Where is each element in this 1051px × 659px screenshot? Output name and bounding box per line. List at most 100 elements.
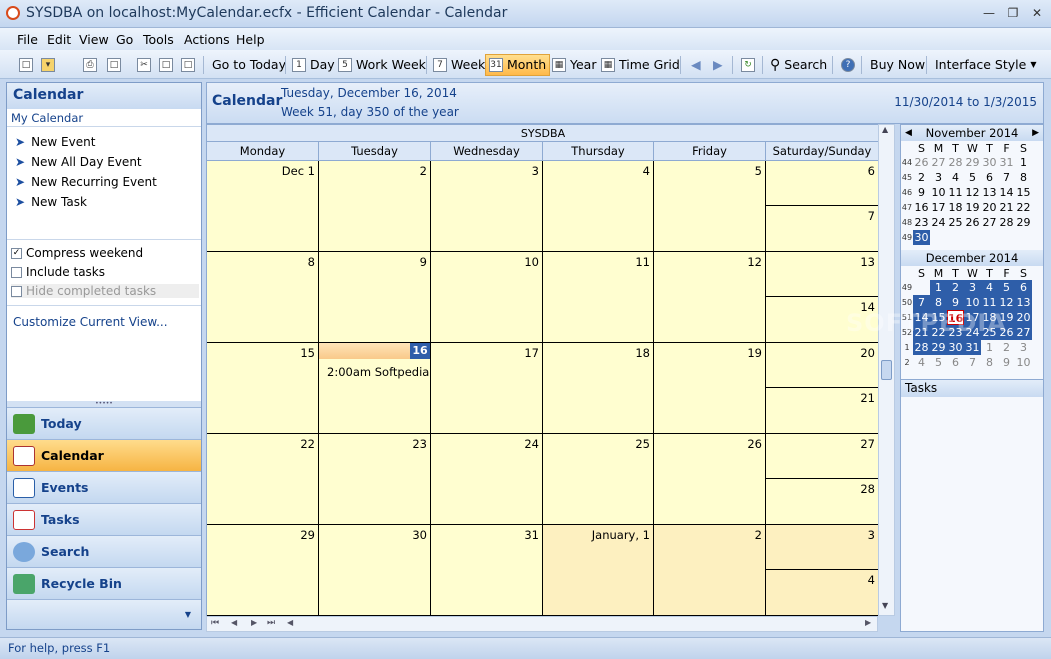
day-cell[interactable]: Dec 1 xyxy=(207,161,319,252)
mini-cal-day[interactable]: 26 xyxy=(964,215,981,230)
restore-icon[interactable]: ❐ xyxy=(1002,4,1024,22)
day-cell[interactable]: 16 2:00am Softpedia (I xyxy=(319,343,441,434)
mini-cal-day[interactable]: 4 xyxy=(913,355,930,370)
mini-cal-day[interactable]: 10 xyxy=(1015,355,1032,370)
mini-cal-day[interactable]: 9 xyxy=(947,295,964,310)
mini-cal-day[interactable]: 5 xyxy=(964,170,981,185)
customize-view-link[interactable]: Customize Current View... xyxy=(13,315,168,329)
day-cell[interactable]: 3 xyxy=(766,525,879,570)
nav-search[interactable]: Search xyxy=(7,535,201,567)
day-cell[interactable]: 17 xyxy=(431,343,543,434)
new-event-action[interactable]: ➤ New Event xyxy=(15,135,95,149)
day-cell[interactable]: 26 xyxy=(654,434,766,525)
day-cell[interactable]: 25 xyxy=(543,434,654,525)
mini-cal-day[interactable]: 19 xyxy=(964,200,981,215)
mini-cal-day[interactable]: 5 xyxy=(998,280,1015,295)
mini-cal-day[interactable]: 7 xyxy=(964,355,981,370)
scroll-up-icon[interactable]: ▲ xyxy=(882,125,888,134)
mini-cal-day[interactable]: 15 xyxy=(1015,185,1032,200)
day-cell[interactable]: January, 1 xyxy=(543,525,654,616)
mini-cal-day[interactable]: 30 xyxy=(913,230,930,245)
day-cell[interactable]: 7 xyxy=(766,206,879,252)
day-cell[interactable]: 18 xyxy=(543,343,654,434)
mini-cal-day[interactable]: 28 xyxy=(998,215,1015,230)
mini-cal-day[interactable]: 13 xyxy=(1015,295,1032,310)
day-cell[interactable]: 15 xyxy=(207,343,319,434)
nav-configure-button[interactable]: ▼ xyxy=(7,599,201,629)
mini-cal-day[interactable]: 9 xyxy=(913,185,930,200)
mini-cal-day[interactable]: 28 xyxy=(913,340,930,355)
day-cell[interactable]: 6 xyxy=(766,161,879,206)
mini-cal-day[interactable] xyxy=(947,230,964,245)
mini-cal-day[interactable]: 7 xyxy=(998,170,1015,185)
mini-cal-day[interactable]: 20 xyxy=(1015,310,1032,325)
compress-weekend-checkbox[interactable]: ✓ Compress weekend xyxy=(11,246,143,260)
day-cell[interactable]: 4 xyxy=(543,161,654,252)
day-cell[interactable]: 21 xyxy=(766,388,879,434)
mini-cal-day[interactable]: 30 xyxy=(981,155,998,170)
mini-cal-day[interactable] xyxy=(913,280,930,295)
mini-cal-day[interactable]: 26 xyxy=(913,155,930,170)
mini-cal-day[interactable]: 2 xyxy=(947,280,964,295)
go-today-button[interactable]: Go to Today xyxy=(209,54,289,76)
mini-cal-day[interactable]: 2 xyxy=(998,340,1015,355)
mini-cal-day[interactable]: 12 xyxy=(998,295,1015,310)
mini-cal-day[interactable]: 27 xyxy=(981,215,998,230)
scroll-right-icon[interactable]: ▶ xyxy=(865,618,871,627)
mini-cal-day[interactable]: 21 xyxy=(998,200,1015,215)
mini-cal-day[interactable]: 1 xyxy=(981,340,998,355)
month-view-button[interactable]: 31 Month xyxy=(485,54,551,76)
search-button[interactable]: ⚲ Search xyxy=(767,54,830,76)
mini-cal-day[interactable]: 11 xyxy=(947,185,964,200)
refresh-icon[interactable]: ↻ xyxy=(738,54,758,76)
week-view-button[interactable]: 7 Week xyxy=(430,54,488,76)
day-cell[interactable]: 5 xyxy=(654,161,766,252)
mini-cal-day[interactable] xyxy=(981,230,998,245)
day-cell[interactable]: 9 xyxy=(319,252,431,343)
mini-cal-day[interactable]: 24 xyxy=(930,215,947,230)
day-cell[interactable]: 2 xyxy=(654,525,766,616)
mini-cal-day[interactable]: 1 xyxy=(930,280,947,295)
day-cell[interactable]: 28 xyxy=(766,479,879,525)
mini-cal-day[interactable] xyxy=(964,230,981,245)
next-arrow-icon[interactable]: ▶ xyxy=(710,54,726,76)
mini-cal-day[interactable]: 8 xyxy=(930,295,947,310)
minimize-icon[interactable]: — xyxy=(978,4,1000,22)
day-view-button[interactable]: 1 Day xyxy=(289,54,338,76)
mini-cal-day[interactable] xyxy=(930,230,947,245)
nav-events[interactable]: Events xyxy=(7,471,201,503)
mini-cal-day[interactable]: 10 xyxy=(964,295,981,310)
mini-cal-day[interactable]: 29 xyxy=(930,340,947,355)
menu-tools[interactable]: Tools xyxy=(143,32,174,47)
mini-cal-day[interactable]: 1 xyxy=(1015,155,1032,170)
menu-file[interactable]: File xyxy=(17,32,38,47)
mini-cal-day[interactable]: 13 xyxy=(981,185,998,200)
mini-cal-day[interactable]: 14 xyxy=(998,185,1015,200)
nav-today[interactable]: Today xyxy=(7,407,201,439)
day-cell[interactable]: 20 xyxy=(766,343,879,388)
mini-cal-day[interactable]: 9 xyxy=(998,355,1015,370)
mini-cal-day[interactable]: 20 xyxy=(981,200,998,215)
nav-calendar[interactable]: Calendar xyxy=(7,439,201,471)
day-cell[interactable]: 4 xyxy=(766,570,879,616)
scroll-thumb[interactable] xyxy=(881,360,892,380)
menu-view[interactable]: View xyxy=(79,32,109,47)
paste-icon[interactable]: □ xyxy=(178,54,198,76)
mini-cal-day[interactable]: 22 xyxy=(1015,200,1032,215)
mini-cal-day[interactable]: 12 xyxy=(964,185,981,200)
mini-cal-day[interactable]: 10 xyxy=(930,185,947,200)
menu-help[interactable]: Help xyxy=(236,32,265,47)
day-cell[interactable]: 23 xyxy=(319,434,431,525)
mini-cal-day[interactable]: 31 xyxy=(964,340,981,355)
mini-cal-day[interactable]: 5 xyxy=(930,355,947,370)
day-cell[interactable]: 10 xyxy=(431,252,543,343)
last-page-icon[interactable]: ⏭ xyxy=(267,618,275,628)
preview-icon[interactable]: □ xyxy=(104,54,124,76)
help-icon[interactable]: ? xyxy=(838,54,858,76)
day-cell[interactable]: 11 xyxy=(543,252,654,343)
day-cell[interactable]: 30 xyxy=(319,525,431,616)
new-icon[interactable]: □ xyxy=(16,54,36,76)
my-calendar-label[interactable]: My Calendar xyxy=(7,109,201,127)
prev-page-icon[interactable]: ◀ xyxy=(231,618,237,627)
horizontal-scrollbar[interactable]: ⏮ ◀ ▶ ⏭ ◀ ▶ xyxy=(206,616,878,632)
